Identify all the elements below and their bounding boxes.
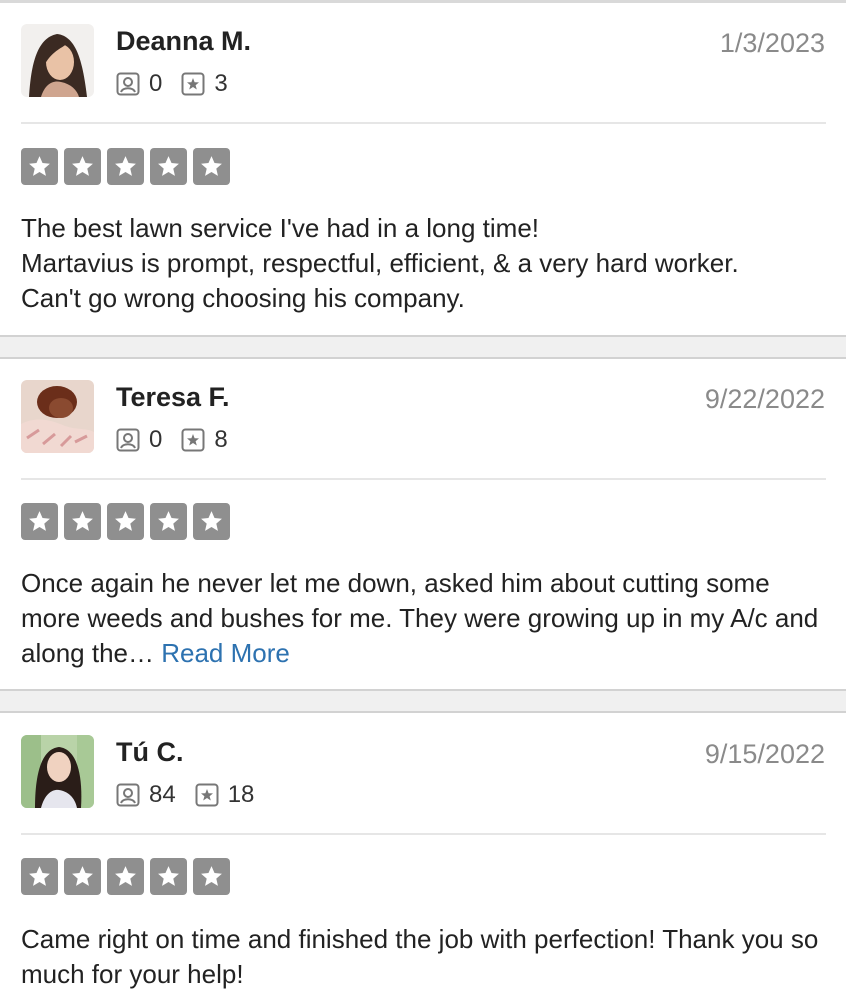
review-separator	[0, 689, 846, 713]
photo-icon	[116, 72, 140, 96]
star-icon	[64, 148, 101, 185]
divider	[21, 833, 826, 835]
reviewer-name[interactable]: Teresa F.	[116, 382, 230, 413]
avatar[interactable]	[21, 24, 94, 97]
review-line: Martavius is prompt, respectful, efficie…	[21, 248, 739, 278]
reviewer-stats: 0 8	[116, 426, 247, 454]
star-icon	[150, 148, 187, 185]
star-icon	[193, 503, 230, 540]
star-icon	[107, 148, 144, 185]
photo-icon	[116, 783, 140, 807]
review-count: 3	[214, 70, 228, 97]
star-icon	[193, 858, 230, 895]
star-icon	[64, 503, 101, 540]
review-separator	[0, 335, 846, 359]
review-date: 1/3/2023	[719, 28, 825, 58]
review-line: Can't go wrong choosing his company.	[21, 283, 465, 313]
top-border	[0, 0, 846, 3]
reviewer-stats: 0 3	[116, 70, 247, 98]
reviewer-stats: 84 18	[116, 781, 273, 809]
star-rating	[21, 503, 236, 540]
star-review-icon	[181, 428, 205, 452]
avatar[interactable]	[21, 380, 94, 453]
review-line: The best lawn service I've had in a long…	[21, 213, 540, 243]
photo-count: 0	[149, 70, 163, 97]
star-icon	[150, 503, 187, 540]
reviewer-name[interactable]: Deanna M.	[116, 26, 251, 57]
photo-count: 0	[149, 426, 163, 453]
star-icon	[21, 503, 58, 540]
divider	[21, 122, 826, 124]
star-icon	[64, 858, 101, 895]
star-icon	[21, 148, 58, 185]
read-more-link[interactable]: Read More	[161, 638, 290, 668]
star-review-icon	[181, 72, 205, 96]
star-rating	[21, 148, 236, 185]
photo-count: 84	[149, 781, 176, 808]
review-date: 9/15/2022	[704, 739, 825, 769]
avatar[interactable]	[21, 735, 94, 808]
review-count: 8	[214, 426, 228, 453]
review-count: 18	[227, 781, 255, 808]
star-review-icon	[195, 783, 219, 807]
reviewer-name[interactable]: Tú C.	[116, 737, 184, 768]
review-date: 9/22/2022	[704, 384, 825, 414]
star-icon	[21, 858, 58, 895]
review-body: Once again he never let me down, asked h…	[21, 568, 819, 668]
review-body: Came right on time and finished the job …	[21, 924, 819, 989]
star-icon	[107, 503, 144, 540]
review-text: Once again he never let me down, asked h…	[21, 566, 831, 671]
star-icon	[193, 148, 230, 185]
star-rating	[21, 858, 236, 895]
star-icon	[107, 858, 144, 895]
photo-icon	[116, 428, 140, 452]
star-icon	[150, 858, 187, 895]
review-text: Came right on time and finished the job …	[21, 922, 831, 992]
review-text: The best lawn service I've had in a long…	[21, 211, 831, 316]
divider	[21, 478, 826, 480]
